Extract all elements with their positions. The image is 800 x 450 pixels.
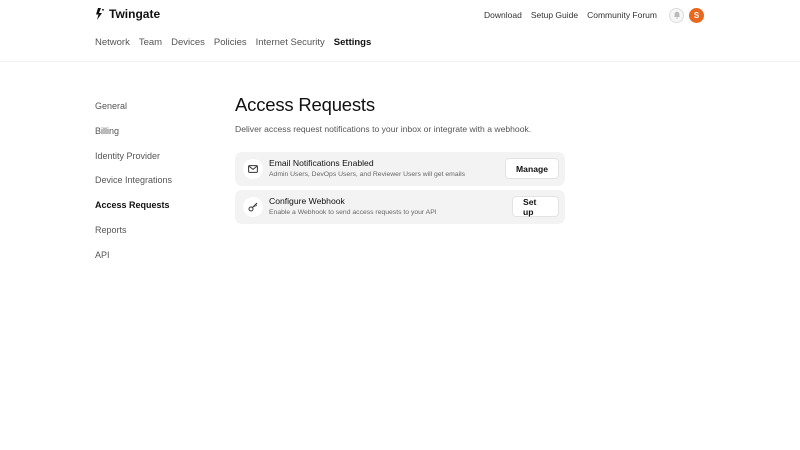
nav-devices[interactable]: Devices bbox=[171, 37, 205, 48]
email-notifications-card: Email Notifications Enabled Admin Users,… bbox=[235, 152, 565, 186]
page-title: Access Requests bbox=[235, 94, 375, 115]
sidebar-item-billing[interactable]: Billing bbox=[95, 125, 172, 150]
download-link[interactable]: Download bbox=[484, 10, 522, 20]
configure-webhook-card: Configure Webhook Enable a Webhook to se… bbox=[235, 190, 565, 224]
avatar[interactable]: S bbox=[689, 7, 704, 23]
bell-icon bbox=[673, 11, 680, 19]
settings-sidebar: General Billing Identity Provider Device… bbox=[95, 100, 172, 274]
set-up-button[interactable]: Set up bbox=[512, 196, 559, 217]
sidebar-item-access-requests[interactable]: Access Requests bbox=[95, 199, 172, 224]
main-content: Access Requests Deliver access request n… bbox=[235, 94, 565, 224]
sidebar-item-reports[interactable]: Reports bbox=[95, 224, 172, 249]
community-forum-link[interactable]: Community Forum bbox=[587, 10, 657, 20]
email-notifications-description: Admin Users, DevOps Users, and Reviewer … bbox=[269, 171, 466, 178]
notifications-button[interactable] bbox=[669, 7, 684, 23]
nav-team[interactable]: Team bbox=[139, 37, 162, 48]
sidebar-item-general[interactable]: General bbox=[95, 100, 172, 125]
sidebar-item-api[interactable]: API bbox=[95, 249, 172, 274]
key-icon bbox=[243, 197, 263, 217]
sidebar-item-identity-provider[interactable]: Identity Provider bbox=[95, 150, 172, 175]
brand-logo[interactable]: Twingate bbox=[95, 7, 160, 21]
page-subtitle: Deliver access request notifications to … bbox=[235, 124, 532, 134]
mail-icon bbox=[243, 159, 263, 179]
email-notifications-heading: Email Notifications Enabled bbox=[269, 158, 374, 168]
brand-name: Twingate bbox=[109, 7, 161, 21]
nav-settings[interactable]: Settings bbox=[334, 37, 371, 48]
utility-nav: Download Setup Guide Community Forum S bbox=[484, 7, 704, 23]
nav-internet-security[interactable]: Internet Security bbox=[256, 37, 325, 48]
twingate-logo-icon bbox=[96, 8, 104, 20]
nav-network[interactable]: Network bbox=[95, 37, 130, 48]
configure-webhook-heading: Configure Webhook bbox=[269, 196, 345, 206]
top-bar: Twingate Download Setup Guide Community … bbox=[0, 0, 800, 62]
manage-button[interactable]: Manage bbox=[505, 158, 559, 179]
main-nav: Network Team Devices Policies Internet S… bbox=[95, 37, 371, 48]
nav-policies[interactable]: Policies bbox=[214, 37, 247, 48]
configure-webhook-description: Enable a Webhook to send access requests… bbox=[269, 209, 437, 216]
sidebar-item-device-integrations[interactable]: Device Integrations bbox=[95, 174, 172, 199]
setup-guide-link[interactable]: Setup Guide bbox=[531, 10, 578, 20]
